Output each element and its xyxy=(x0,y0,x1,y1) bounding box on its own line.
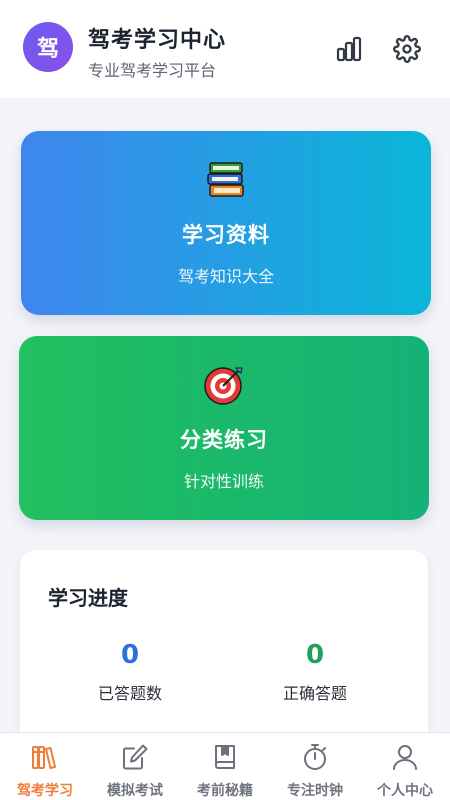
tab-label: 考前秘籍 xyxy=(197,783,253,799)
bottom-tab-bar: 驾考学习 模拟考试 考前秘籍 专注时钟 个人中心 xyxy=(0,732,450,800)
card-icon-wrap xyxy=(19,364,429,408)
books-icon xyxy=(207,162,244,197)
books-icon xyxy=(30,741,60,773)
tab-exam-tips[interactable]: 考前秘籍 xyxy=(180,733,270,800)
app-logo: 驾 xyxy=(23,22,73,72)
tab-focus-clock[interactable]: 专注时钟 xyxy=(270,733,360,800)
gear-icon xyxy=(393,35,421,63)
tab-profile[interactable]: 个人中心 xyxy=(360,733,450,800)
tab-label: 专注时钟 xyxy=(287,783,343,799)
card-subtitle: 针对性训练 xyxy=(183,472,264,491)
settings-button[interactable] xyxy=(392,34,422,64)
card-icon-wrap xyxy=(21,159,431,203)
correct-count-stat: 0 正确答题 xyxy=(215,640,415,704)
stat-value: 0 xyxy=(120,640,140,670)
card-subtitle: 驾考知识大全 xyxy=(177,267,274,286)
learning-progress-card: 学习进度 0 已答题数 0 正确答题 xyxy=(20,550,428,732)
card-title: 学习资料 xyxy=(182,223,270,247)
card-title: 分类练习 xyxy=(180,428,268,452)
tab-study[interactable]: 驾考学习 xyxy=(0,733,90,800)
edit-icon xyxy=(120,741,150,773)
stats-button[interactable] xyxy=(334,34,364,64)
app-header: 驾 驾考学习中心 专业驾考学习平台 xyxy=(0,0,450,98)
answered-count-stat: 0 已答题数 xyxy=(30,640,230,704)
app-subtitle: 专业驾考学习平台 xyxy=(88,61,217,80)
stopwatch-icon xyxy=(300,741,330,773)
tab-label: 驾考学习 xyxy=(17,783,73,799)
study-materials-card[interactable]: 学习资料 驾考知识大全 xyxy=(21,131,431,315)
book-icon xyxy=(210,741,240,773)
tab-label: 模拟考试 xyxy=(107,783,163,799)
main-content: 学习资料 驾考知识大全 分类练习 针对性训练 学习进度 0 已答题数 0 正确答… xyxy=(0,98,450,732)
tab-mock-exam[interactable]: 模拟考试 xyxy=(90,733,180,800)
user-icon xyxy=(390,741,420,773)
stat-value: 0 xyxy=(305,640,325,670)
stat-label: 正确答题 xyxy=(282,684,347,703)
category-practice-card[interactable]: 分类练习 针对性训练 xyxy=(19,336,429,520)
bar-chart-icon xyxy=(336,36,362,62)
app-title: 驾考学习中心 xyxy=(88,28,227,53)
progress-title: 学习进度 xyxy=(48,586,128,610)
target-icon xyxy=(204,367,243,405)
tab-label: 个人中心 xyxy=(377,783,433,799)
stat-label: 已答题数 xyxy=(97,684,162,703)
